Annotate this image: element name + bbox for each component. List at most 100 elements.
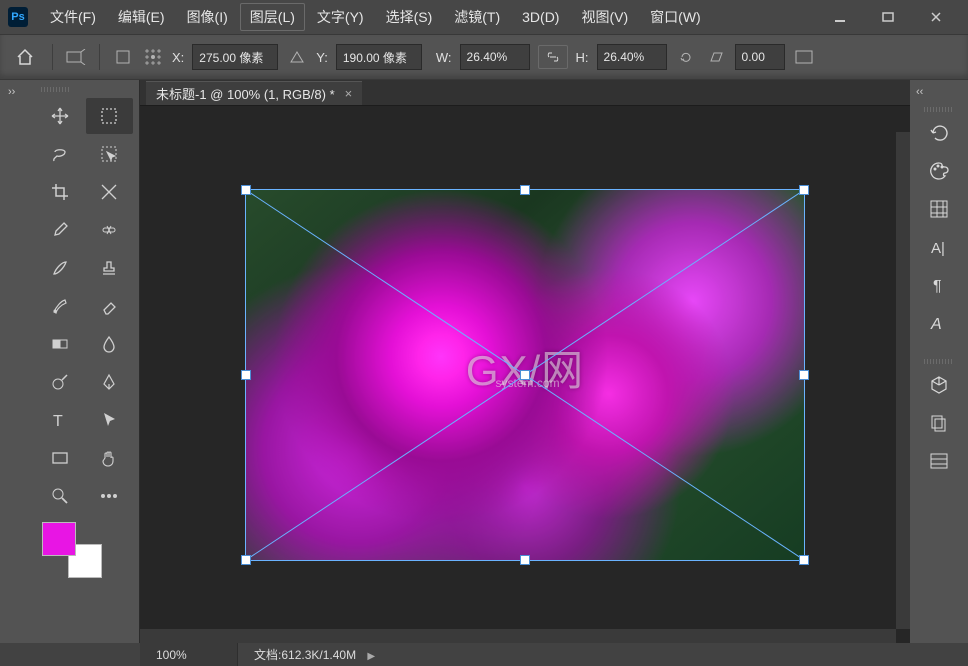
handle-top[interactable] — [520, 185, 530, 195]
move-tool[interactable] — [36, 98, 84, 134]
path-select-tool[interactable] — [86, 402, 134, 438]
handle-center[interactable] — [520, 370, 530, 380]
app-logo: Ps — [8, 7, 28, 27]
status-menu-arrow-icon[interactable]: ▶ — [367, 651, 375, 662]
handle-bottom-left[interactable] — [241, 555, 251, 565]
document-tab[interactable]: 未标题-1 @ 100% (1, RGB/8) * × — [146, 81, 362, 105]
lasso-tool[interactable] — [36, 136, 84, 172]
marquee-tool[interactable] — [86, 98, 134, 134]
close-button[interactable] — [912, 1, 960, 33]
transform-mode-icon[interactable] — [65, 46, 87, 68]
menu-layer[interactable]: 图层(L) — [240, 3, 305, 31]
x-input[interactable] — [192, 44, 278, 70]
history-panel-icon[interactable] — [918, 116, 960, 150]
delta-icon[interactable] — [286, 46, 308, 68]
hand-tool[interactable] — [86, 440, 134, 476]
h-input[interactable] — [597, 44, 667, 70]
angle-input[interactable] — [735, 44, 785, 70]
maximize-button[interactable] — [864, 1, 912, 33]
handle-top-right[interactable] — [799, 185, 809, 195]
dodge-tool[interactable] — [36, 364, 84, 400]
foreground-swatch[interactable] — [42, 522, 76, 556]
document-info[interactable]: 文档:612.3K/1.40M ▶ — [238, 646, 375, 663]
w-input[interactable] — [460, 44, 530, 70]
zoom-level[interactable]: 100% — [140, 643, 238, 666]
link-aspect-toggle[interactable] — [538, 45, 568, 69]
handle-bottom-right[interactable] — [799, 555, 809, 565]
menu-3d[interactable]: 3D(D) — [512, 5, 569, 29]
quick-select-tool[interactable] — [86, 136, 134, 172]
handle-top-left[interactable] — [241, 185, 251, 195]
handle-bottom[interactable] — [520, 555, 530, 565]
document-tab-title: 未标题-1 @ 100% (1, RGB/8) * — [156, 84, 335, 103]
libraries-panel-icon[interactable] — [918, 406, 960, 440]
home-icon — [15, 47, 35, 67]
vertical-scrollbar[interactable] — [896, 132, 910, 629]
color-panel-icon[interactable] — [918, 154, 960, 188]
doc-info-label: 文档: — [254, 648, 281, 662]
blur-tool[interactable] — [86, 326, 134, 362]
color-swatches[interactable] — [42, 522, 102, 578]
panel-grip[interactable] — [919, 104, 959, 114]
menu-view[interactable]: 视图(V) — [571, 3, 638, 31]
horizontal-scrollbar[interactable] — [140, 629, 896, 643]
gradient-tool[interactable] — [36, 326, 84, 362]
rectangle-tool[interactable] — [36, 440, 84, 476]
zoom-tool[interactable] — [36, 478, 84, 514]
svg-text:A|: A| — [931, 240, 945, 257]
menu-window[interactable]: 窗口(W) — [640, 3, 711, 31]
eyedropper-tool[interactable] — [36, 212, 84, 248]
slice-tool[interactable] — [86, 174, 134, 210]
interpolation-icon[interactable] — [793, 46, 815, 68]
y-input[interactable] — [336, 44, 422, 70]
expand-right-dock-icon[interactable]: ‹‹ — [916, 86, 930, 100]
edit-toolbar[interactable] — [86, 478, 134, 514]
menu-select[interactable]: 选择(S) — [376, 3, 443, 31]
panel-grip[interactable] — [36, 84, 76, 94]
doc-info-value: 612.3K/1.40M — [281, 648, 356, 662]
type-tool[interactable]: T — [36, 402, 84, 438]
menu-edit[interactable]: 编辑(E) — [108, 3, 175, 31]
separator — [52, 44, 53, 70]
y-label: Y: — [316, 50, 328, 65]
svg-text:¶: ¶ — [933, 278, 942, 295]
home-button[interactable] — [10, 42, 40, 72]
menu-filter[interactable]: 滤镜(T) — [444, 3, 510, 31]
w-label: W: — [436, 50, 452, 65]
3d-panel-icon[interactable] — [918, 368, 960, 402]
swatches-panel-icon[interactable] — [918, 192, 960, 226]
minimize-button[interactable] — [816, 1, 864, 33]
character-panel-icon[interactable]: A| — [918, 230, 960, 264]
crop-tool[interactable] — [36, 174, 84, 210]
stamp-tool[interactable] — [86, 250, 134, 286]
right-panel-dock: ‹‹ A| ¶ A — [910, 80, 968, 643]
glyphs-panel-icon[interactable]: A — [918, 306, 960, 340]
close-tab-icon[interactable]: × — [345, 86, 353, 101]
brush-tool[interactable] — [36, 250, 84, 286]
menu-type[interactable]: 文字(Y) — [307, 3, 374, 31]
eraser-tool[interactable] — [86, 288, 134, 324]
canvas[interactable]: GX/网 system.com — [245, 189, 805, 561]
menu-file[interactable]: 文件(F) — [40, 3, 106, 31]
layers-panel-icon[interactable] — [918, 444, 960, 478]
tool-panel: T — [30, 80, 140, 643]
panel-grip[interactable] — [919, 356, 959, 366]
pen-tool[interactable] — [86, 364, 134, 400]
window-controls — [816, 1, 960, 33]
healing-tool[interactable] — [86, 212, 134, 248]
reference-point-toggle[interactable] — [112, 46, 134, 68]
reference-point-grid-icon[interactable] — [142, 46, 164, 68]
expand-dock-icon[interactable]: ›› — [8, 86, 22, 100]
free-transform-box[interactable] — [245, 189, 805, 561]
svg-text:A: A — [930, 316, 942, 333]
paragraph-panel-icon[interactable]: ¶ — [918, 268, 960, 302]
rotate-icon[interactable] — [675, 46, 697, 68]
h-label: H: — [576, 50, 589, 65]
history-brush-tool[interactable] — [36, 288, 84, 324]
skew-icon[interactable] — [705, 46, 727, 68]
menu-image[interactable]: 图像(I) — [177, 3, 238, 31]
link-icon — [545, 51, 561, 63]
handle-right[interactable] — [799, 370, 809, 380]
handle-left[interactable] — [241, 370, 251, 380]
menu-bar: Ps 文件(F) 编辑(E) 图像(I) 图层(L) 文字(Y) 选择(S) 滤… — [0, 0, 968, 34]
